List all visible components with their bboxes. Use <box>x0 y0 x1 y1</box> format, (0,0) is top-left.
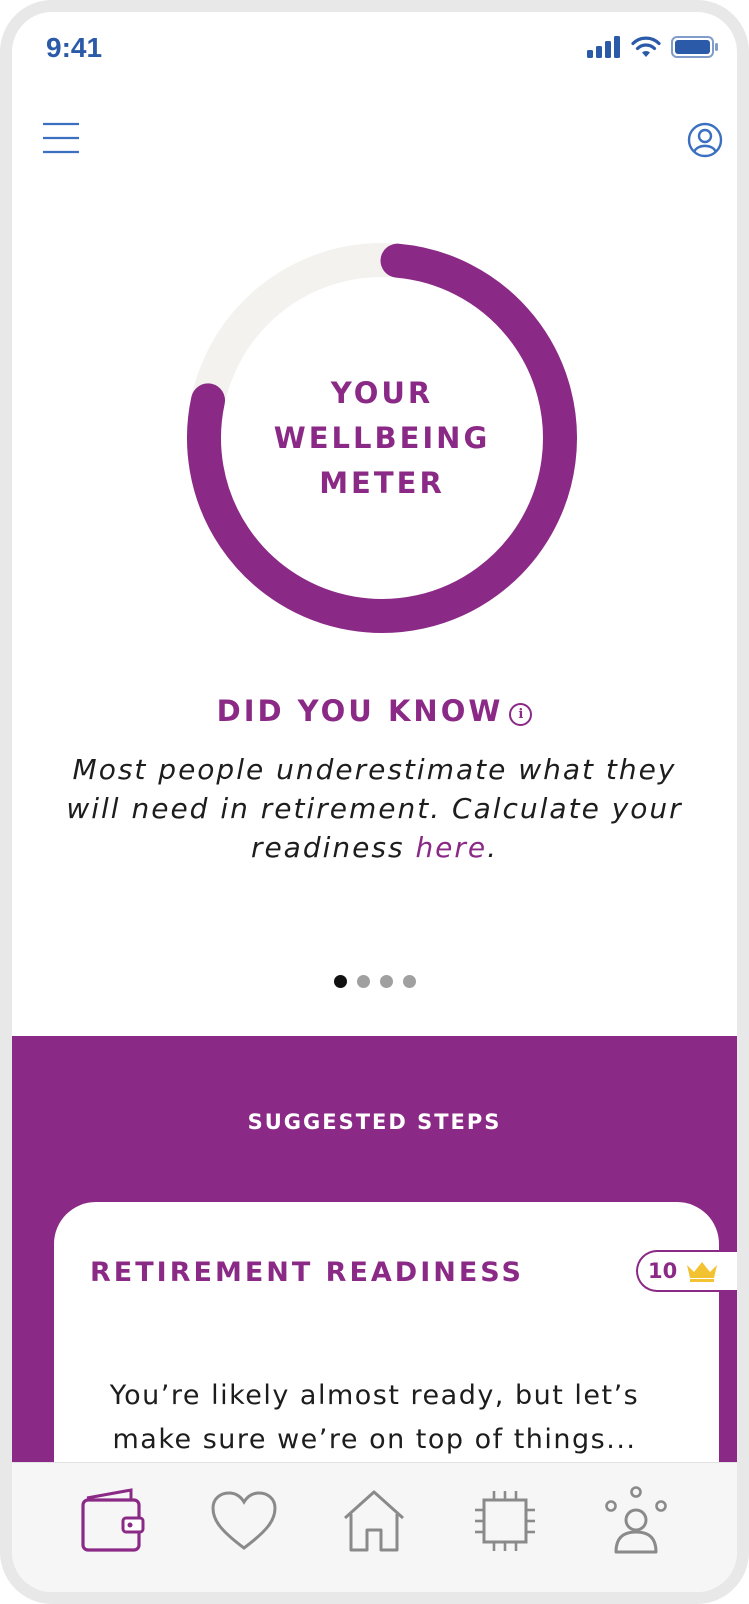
carousel-dot[interactable] <box>333 975 347 988</box>
calculate-readiness-link[interactable]: here <box>415 831 487 864</box>
wifi-icon <box>631 36 661 57</box>
status-time: 9:41 <box>46 32 103 63</box>
bottom-nav <box>12 1462 737 1592</box>
community-icon <box>604 1485 667 1553</box>
status-icons <box>587 36 719 58</box>
info-icon[interactable]: i <box>509 703 533 726</box>
carousel-dots[interactable] <box>12 975 737 988</box>
points-badge: 10 <box>636 1250 737 1292</box>
carousel-dot[interactable] <box>402 975 416 988</box>
home-icon <box>344 1490 405 1551</box>
hamburger-menu-icon[interactable] <box>42 122 80 154</box>
chip-icon <box>475 1490 536 1551</box>
suggested-steps-title: SUGGESTED STEPS <box>247 1110 502 1134</box>
points-value: 10 <box>648 1259 678 1283</box>
profile-icon[interactable] <box>687 122 723 158</box>
did-you-know-text: Most people underestimate what they will… <box>66 753 683 864</box>
nav-wallet[interactable] <box>68 1476 158 1566</box>
did-you-know-heading: DID YOU KNOW i <box>12 694 737 728</box>
carousel-dot[interactable] <box>356 975 370 988</box>
nav-chip[interactable] <box>460 1476 550 1566</box>
nav-heart[interactable] <box>199 1476 289 1566</box>
carousel-dot[interactable] <box>379 975 393 988</box>
meter-label: YOUR WELLBEING METER <box>172 228 592 648</box>
nav-community[interactable] <box>591 1476 681 1566</box>
heart-icon <box>211 1490 277 1550</box>
meter-label-line: METER <box>319 465 445 500</box>
card-body-text: You’re likely almost ready, but let’s ma… <box>109 1380 640 1455</box>
meter-label-line: WELLBEING <box>273 420 491 455</box>
wallet-icon <box>81 1487 145 1552</box>
crown-icon <box>687 1262 718 1282</box>
card-title: RETIREMENT READINESS <box>90 1257 524 1288</box>
signal-icon <box>587 36 620 58</box>
battery-icon <box>671 36 718 58</box>
phone-frame: 9:41 YOUR WELLBEING METER DID YOU KNOW i… <box>0 0 749 1604</box>
meter-label-line: YOUR <box>330 375 434 410</box>
nav-home[interactable] <box>329 1476 419 1566</box>
